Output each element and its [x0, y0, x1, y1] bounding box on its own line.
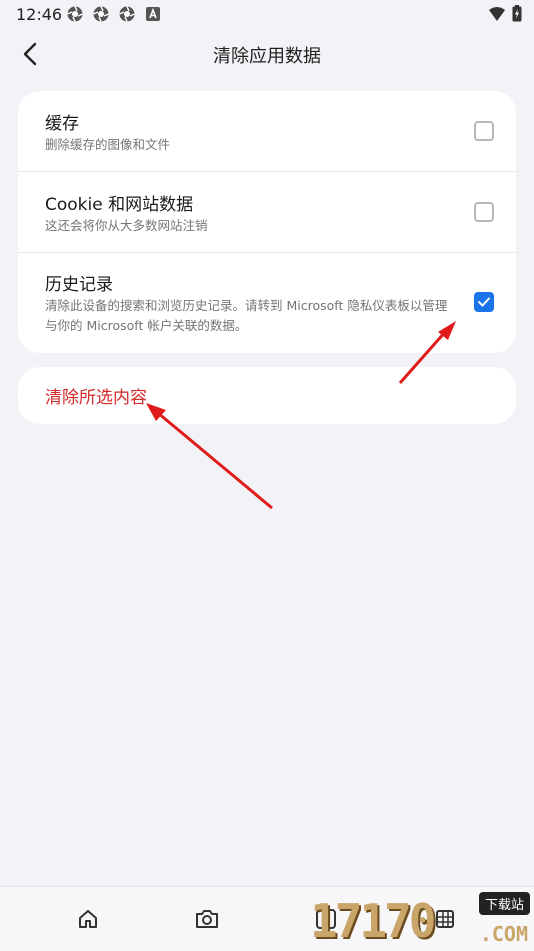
home-button[interactable]	[74, 905, 102, 933]
aperture-icon	[67, 6, 83, 22]
camera-button[interactable]	[193, 905, 221, 933]
camera-icon	[196, 910, 218, 928]
option-title: Cookie 和网站数据	[45, 195, 194, 215]
option-cache[interactable]: 缓存 删除缓存的图像和文件	[18, 91, 516, 171]
clear-selected-button[interactable]: 清除所选内容	[45, 383, 147, 408]
font-a-icon	[146, 7, 160, 21]
app-bar: 清除应用数据	[0, 28, 534, 80]
option-title: 缓存	[45, 114, 79, 134]
status-bar: 12:46	[0, 0, 534, 28]
page-title: 清除应用数据	[213, 46, 321, 67]
option-cookies[interactable]: Cookie 和网站数据 这还会将你从大多数网站注销	[18, 172, 516, 252]
clear-options-card: 缓存 删除缓存的图像和文件 Cookie 和网站数据 这还会将你从大多数网站注销…	[18, 91, 516, 353]
notification-icons	[66, 5, 162, 23]
option-title: 历史记录	[45, 275, 113, 295]
checkmark-icon	[478, 297, 490, 307]
home-icon	[79, 910, 97, 928]
option-subtitle: 清除此设备的搜索和浏览历史记录。请转到 Microsoft 隐私仪表板以管理与你…	[45, 298, 448, 333]
status-time: 12:46	[16, 5, 63, 24]
aperture-icon	[119, 6, 135, 22]
watermark-digits: 17170	[310, 894, 436, 948]
battery-charging-icon	[512, 5, 522, 22]
aperture-icon	[93, 6, 109, 22]
option-subtitle: 删除缓存的图像和文件	[45, 137, 171, 152]
watermark-logo: 17170 下载站 .COM	[310, 888, 534, 950]
option-history[interactable]: 历史记录 清除此设备的搜索和浏览历史记录。请转到 Microsoft 隐私仪表板…	[18, 253, 516, 353]
option-subtitle: 这还会将你从大多数网站注销	[45, 218, 208, 233]
history-checkbox[interactable]	[474, 292, 494, 312]
cookies-checkbox[interactable]	[474, 202, 494, 222]
watermark-badge: 下载站	[478, 892, 530, 915]
clear-action-card: 清除所选内容	[18, 367, 516, 424]
cache-checkbox[interactable]	[474, 121, 494, 141]
watermark-domain: .COM	[479, 922, 528, 946]
status-right	[488, 5, 522, 22]
wifi-icon	[489, 6, 505, 21]
